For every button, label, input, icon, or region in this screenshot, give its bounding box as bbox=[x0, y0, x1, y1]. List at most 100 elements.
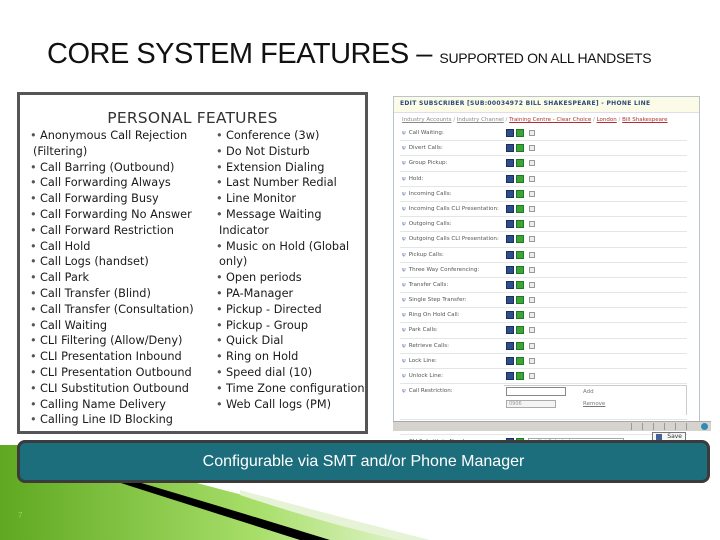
feature-label: Line Monitor bbox=[226, 192, 297, 206]
edit-icon[interactable] bbox=[506, 296, 514, 305]
setting-checkbox[interactable] bbox=[529, 236, 535, 243]
setting-controls bbox=[506, 372, 535, 380]
setting-label: ψ Hold: bbox=[402, 176, 423, 182]
edit-icon[interactable] bbox=[506, 235, 514, 244]
setting-label: ψ Ring On Hold Call: bbox=[402, 312, 460, 318]
enable-icon[interactable] bbox=[516, 204, 524, 213]
enable-icon[interactable] bbox=[516, 174, 524, 183]
enable-icon[interactable] bbox=[516, 341, 524, 350]
remove-restriction-link[interactable]: Remove bbox=[583, 401, 605, 407]
bullet-icon: • bbox=[216, 176, 223, 190]
feature-item: • CLI Filtering (Allow/Deny) bbox=[30, 333, 225, 349]
edit-icon[interactable] bbox=[506, 280, 514, 289]
edit-icon[interactable] bbox=[506, 144, 514, 153]
bullet-icon: • bbox=[30, 129, 37, 142]
bullet-icon: • bbox=[216, 334, 223, 348]
setting-label: ψ Divert Calls: bbox=[402, 145, 443, 151]
setting-controls bbox=[506, 326, 535, 335]
setting-checkbox[interactable] bbox=[529, 342, 535, 349]
enable-icon[interactable] bbox=[516, 220, 524, 229]
bullet-icon: • bbox=[30, 365, 37, 379]
feature-label-continuation: only) bbox=[219, 255, 248, 269]
breadcrumb-link[interactable]: London bbox=[597, 117, 617, 123]
setting-checkbox[interactable] bbox=[529, 145, 535, 152]
setting-icon: ψ bbox=[402, 388, 406, 395]
feature-label: Call Transfer (Blind) bbox=[40, 286, 151, 300]
enable-icon[interactable] bbox=[516, 280, 524, 289]
setting-row: ψ Group Pickup: bbox=[400, 156, 687, 172]
edit-icon[interactable] bbox=[506, 311, 514, 320]
feature-label: Call Logs (handset) bbox=[40, 255, 149, 269]
edit-icon[interactable] bbox=[506, 326, 514, 335]
setting-checkbox[interactable] bbox=[529, 251, 535, 258]
setting-controls bbox=[506, 356, 535, 365]
breadcrumb-link[interactable]: Training Centre - Clear Choice bbox=[509, 117, 591, 123]
enable-icon[interactable] bbox=[516, 311, 524, 320]
breadcrumb-link[interactable]: Industry Channel bbox=[457, 117, 504, 123]
setting-label-text: Call Restriction: bbox=[408, 388, 453, 395]
add-restriction-button[interactable]: Add bbox=[583, 389, 594, 395]
setting-icon: ψ bbox=[402, 312, 406, 319]
setting-checkbox[interactable] bbox=[529, 312, 535, 319]
enable-icon[interactable] bbox=[516, 372, 524, 380]
edit-icon[interactable] bbox=[506, 129, 514, 137]
save-button-label: Save bbox=[667, 433, 682, 440]
breadcrumb-link[interactable]: Industry Accounts bbox=[402, 117, 451, 123]
edit-icon[interactable] bbox=[506, 372, 514, 380]
bullet-icon: • bbox=[216, 286, 223, 300]
feature-item: • Message Waiting Indicator bbox=[216, 207, 366, 239]
feature-item: • Open periods bbox=[216, 270, 366, 286]
setting-checkbox[interactable] bbox=[529, 221, 535, 228]
setting-icon: ψ bbox=[402, 373, 406, 379]
enable-icon[interactable] bbox=[516, 356, 524, 365]
edit-icon[interactable] bbox=[506, 159, 514, 168]
restriction-input[interactable] bbox=[506, 387, 566, 397]
enable-icon[interactable] bbox=[516, 159, 524, 168]
setting-icon: ψ bbox=[402, 205, 406, 212]
setting-checkbox[interactable] bbox=[529, 373, 535, 379]
edit-icon[interactable] bbox=[506, 204, 514, 213]
setting-label: ψ Outgoing Calls: bbox=[402, 221, 452, 227]
bullet-icon: • bbox=[30, 207, 37, 221]
setting-checkbox[interactable] bbox=[529, 160, 535, 167]
slide-number: 7 bbox=[18, 511, 23, 520]
bullet-icon: • bbox=[216, 160, 223, 174]
edit-icon[interactable] bbox=[506, 220, 514, 229]
bullet-icon: • bbox=[216, 207, 223, 221]
enable-icon[interactable] bbox=[516, 189, 524, 198]
enable-icon[interactable] bbox=[516, 296, 524, 305]
edit-icon[interactable] bbox=[506, 189, 514, 198]
feature-label: CLI Presentation Outbound bbox=[40, 365, 192, 379]
enable-icon[interactable] bbox=[516, 129, 524, 137]
setting-checkbox[interactable] bbox=[529, 297, 535, 304]
edit-icon[interactable] bbox=[506, 250, 514, 259]
enable-icon[interactable] bbox=[516, 235, 524, 244]
edit-icon[interactable] bbox=[506, 174, 514, 183]
setting-checkbox[interactable] bbox=[529, 266, 535, 273]
restriction-select[interactable]: 0906 bbox=[506, 400, 556, 409]
edit-icon[interactable] bbox=[506, 341, 514, 350]
setting-controls bbox=[506, 174, 535, 183]
setting-checkbox[interactable] bbox=[529, 130, 535, 136]
setting-label-text: Unlock Line: bbox=[408, 373, 443, 379]
enable-icon[interactable] bbox=[516, 144, 524, 153]
edit-icon[interactable] bbox=[506, 265, 514, 274]
enable-icon[interactable] bbox=[516, 326, 524, 335]
bullet-icon: • bbox=[30, 255, 37, 269]
breadcrumb-link[interactable]: Bill Shakespeare bbox=[622, 117, 667, 123]
setting-checkbox[interactable] bbox=[529, 281, 535, 288]
feature-item: • Extension Dialing bbox=[216, 160, 366, 176]
bullet-icon: • bbox=[216, 144, 223, 158]
setting-checkbox[interactable] bbox=[529, 357, 535, 364]
feature-label: Message Waiting bbox=[226, 207, 322, 221]
enable-icon[interactable] bbox=[516, 250, 524, 259]
edit-icon[interactable] bbox=[506, 356, 514, 365]
setting-checkbox[interactable] bbox=[529, 175, 535, 182]
feature-label: Last Number Redial bbox=[226, 176, 337, 190]
setting-checkbox[interactable] bbox=[529, 205, 535, 212]
setting-checkbox[interactable] bbox=[529, 190, 535, 197]
setting-checkbox[interactable] bbox=[529, 327, 535, 334]
enable-icon[interactable] bbox=[516, 265, 524, 274]
feature-item: • Conference (3w) bbox=[216, 128, 366, 144]
feature-label: Call Forwarding No Answer bbox=[40, 207, 192, 221]
